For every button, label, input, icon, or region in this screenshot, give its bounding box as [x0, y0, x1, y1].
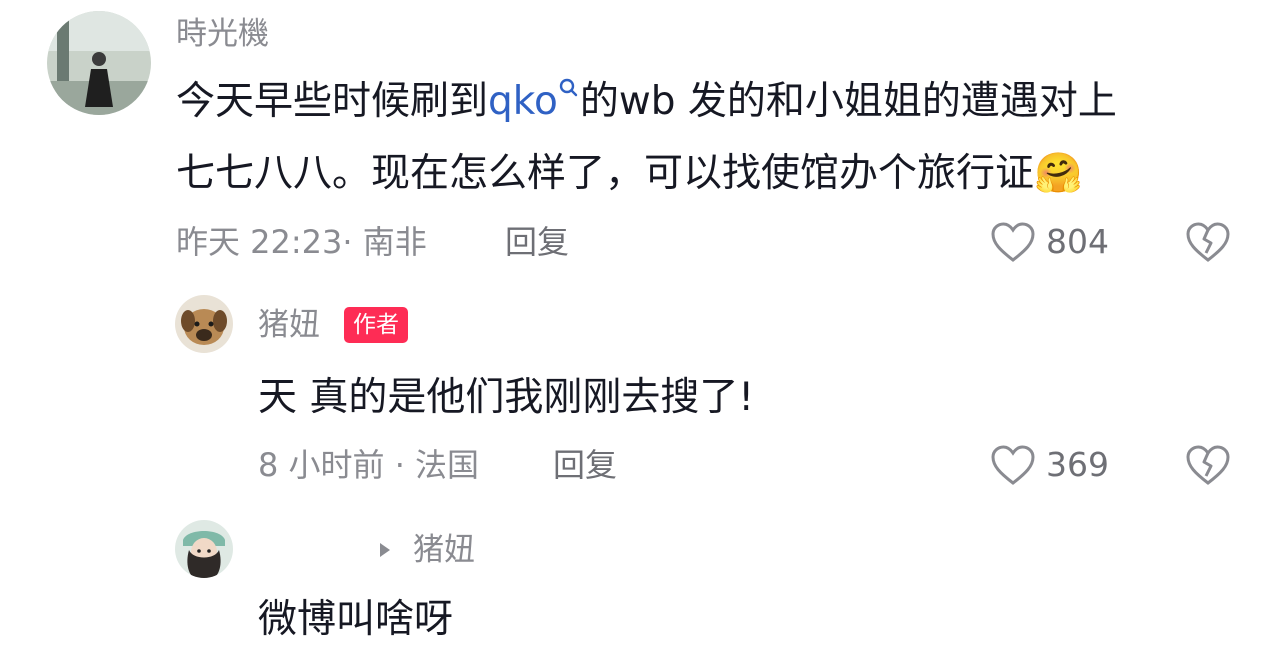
comment-text-line2: 七七八八。现在怎么样了，可以找使馆办个旅行证🤗 [176, 152, 1083, 196]
comment-like-button[interactable]: 804 [990, 220, 1120, 264]
comment-time-location: 昨天 22:23· 南非 [176, 223, 427, 261]
heart-icon [991, 445, 1035, 485]
avatar[interactable] [47, 11, 151, 115]
comment-text-before-link: 今天早些时候刷到 [176, 79, 489, 124]
reply-text: 天 真的是他们我刚刚去搜了! [258, 375, 755, 420]
search-link[interactable]: qko [488, 78, 580, 124]
heart-icon [991, 222, 1035, 262]
comment-text-line1: 今天早些时候刷到qko 的wb 发的和小姐姐的遭遇对上 [176, 78, 1117, 124]
reply-time-location: 8 小时前 · 法国 [258, 446, 480, 484]
dislike-broken-heart-icon[interactable] [1185, 444, 1231, 486]
comment-username[interactable]: 時光機 [176, 16, 269, 52]
reply-arrow-icon [380, 543, 390, 557]
dislike-broken-heart-icon[interactable] [1185, 221, 1231, 263]
comment-text-after-link: 的wb 发的和小姐姐的遭遇对上 [579, 79, 1117, 124]
search-link-label: qko [488, 79, 558, 124]
reply-like-button[interactable]: 369 [990, 443, 1120, 487]
comment-reply-button[interactable]: 回复 [505, 224, 569, 260]
reply-username[interactable]: 猪妞 [258, 307, 320, 343]
reply-like-count: 369 [1046, 445, 1109, 484]
reply2-avatar[interactable] [175, 520, 233, 578]
comment-text-line2-text: 七七八八。现在怎么样了，可以找使馆办个旅行证 [176, 151, 1035, 196]
girl-avatar-photo [175, 520, 233, 578]
author-badge: 作者 [344, 307, 408, 343]
avatar-photo [47, 11, 151, 115]
comment-like-count: 804 [1046, 222, 1109, 261]
reply-reply-button[interactable]: 回复 [553, 447, 617, 483]
search-icon [559, 78, 578, 97]
reply2-text: 微博叫啥呀 [258, 597, 454, 642]
reply-avatar[interactable] [175, 295, 233, 353]
dog-avatar-photo [175, 295, 233, 353]
hug-emoji-icon: 🤗 [1034, 151, 1083, 196]
reply-to-username[interactable]: 猪妞 [413, 532, 475, 568]
